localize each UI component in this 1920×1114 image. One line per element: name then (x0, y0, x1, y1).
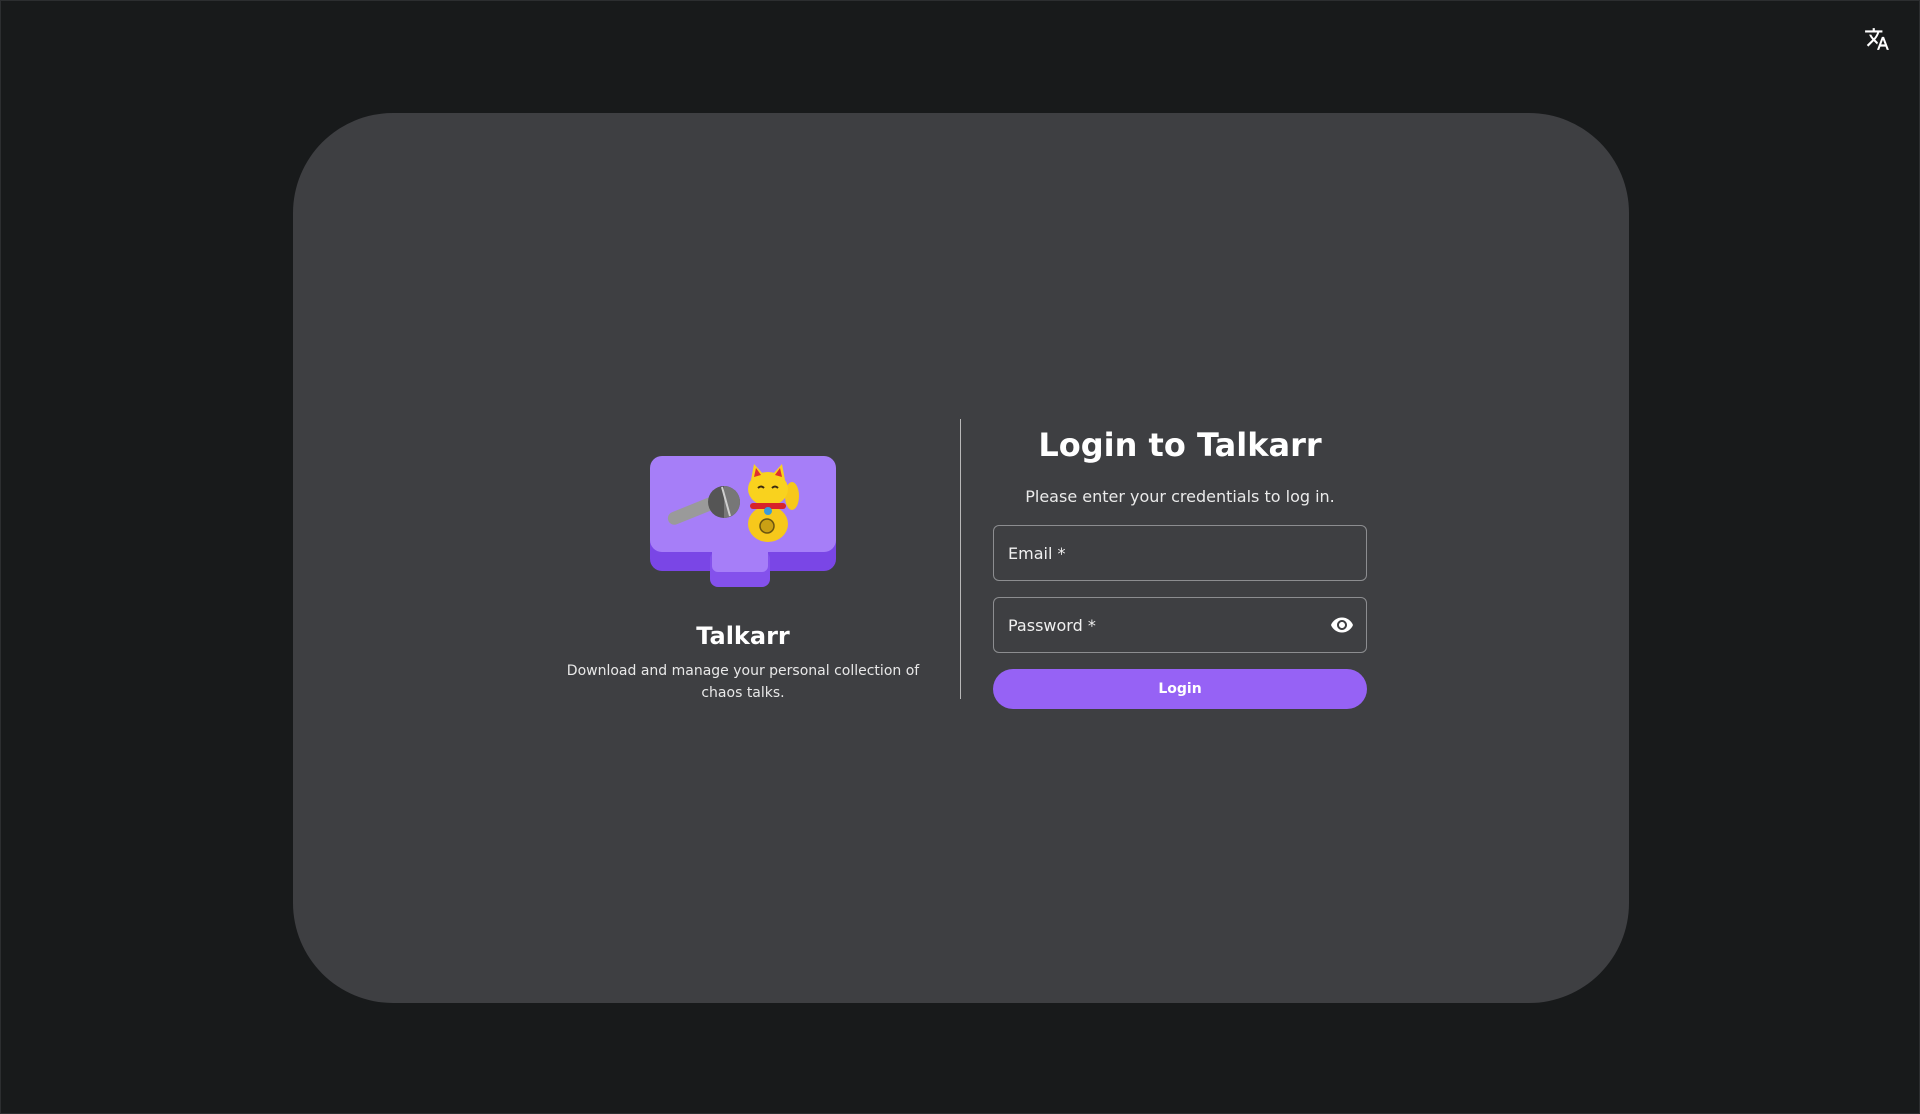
brand-panel: Talkarr Download and manage your persona… (543, 456, 943, 704)
login-subtitle: Please enter your credentials to log in. (1025, 487, 1335, 506)
translate-icon (1865, 28, 1889, 50)
login-title: Login to Talkarr (1038, 426, 1322, 464)
login-button[interactable]: Login (993, 669, 1367, 709)
password-field (993, 597, 1367, 653)
brand-description: Download and manage your personal collec… (566, 663, 920, 701)
login-form: Login to Talkarr Please enter your crede… (993, 417, 1367, 709)
language-button[interactable] (1861, 23, 1893, 55)
email-input[interactable] (994, 526, 1366, 580)
login-card: Talkarr Download and manage your persona… (293, 113, 1629, 1003)
email-field (993, 525, 1367, 581)
vertical-divider (960, 419, 961, 699)
password-input[interactable] (994, 598, 1366, 652)
eye-icon (1331, 617, 1353, 633)
app-window: Talkarr Download and manage your persona… (0, 0, 1920, 1114)
toggle-password-visibility-button[interactable] (1330, 613, 1354, 637)
talkarr-logo-icon (650, 456, 836, 587)
brand-name: Talkarr (696, 622, 790, 650)
